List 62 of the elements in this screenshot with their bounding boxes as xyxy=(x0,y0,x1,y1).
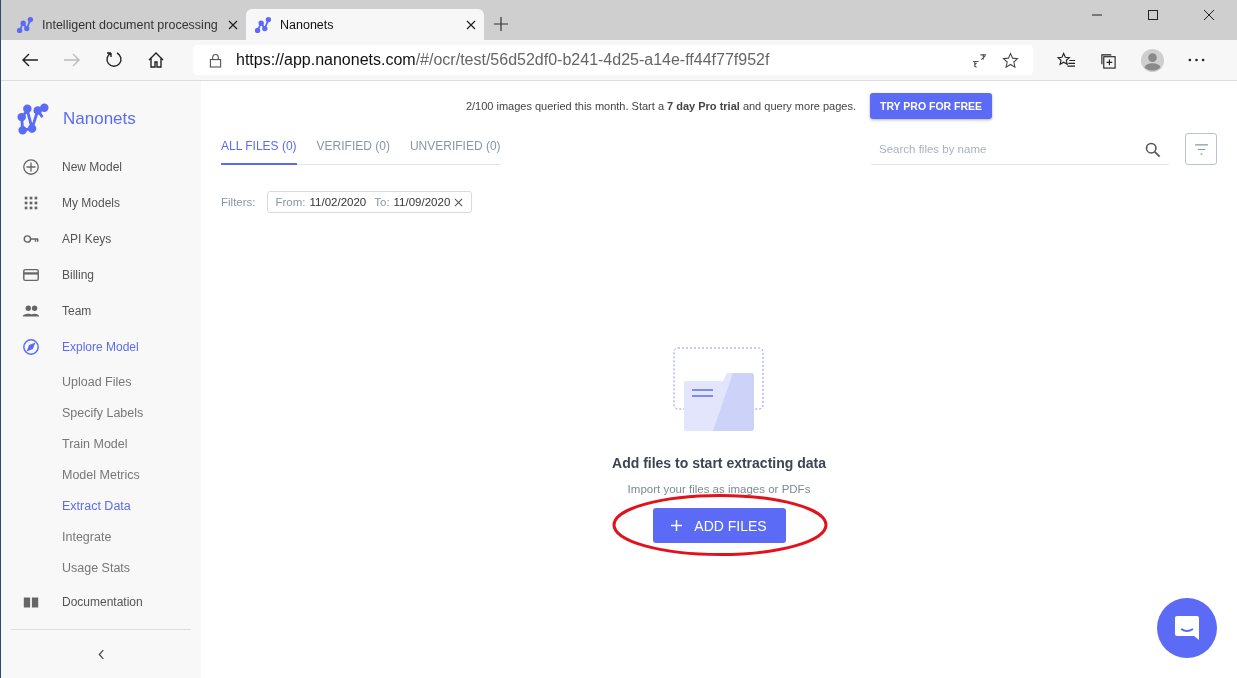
close-icon[interactable] xyxy=(454,197,464,207)
sidebar-item[interactable]: Billing xyxy=(1,257,201,293)
file-filter-tab[interactable]: UNVERIFIED (0) xyxy=(409,139,501,165)
search-icon[interactable] xyxy=(1145,142,1161,158)
star-icon[interactable] xyxy=(1002,51,1019,69)
to-date: 11/09/2020 xyxy=(393,196,451,208)
filters-label: Filters: xyxy=(221,196,256,208)
sidebar-subitem[interactable]: Model Metrics xyxy=(1,460,201,491)
sidebar-item[interactable]: New Model xyxy=(1,149,201,185)
logo-icon xyxy=(17,103,49,135)
sidebar-item[interactable]: My Models xyxy=(1,185,201,221)
sidebar-subitem[interactable]: Train Model xyxy=(1,429,201,460)
browser-tab[interactable]: Nanonets xyxy=(246,9,484,40)
browser-tab[interactable]: Intelligent document processing xyxy=(8,9,246,40)
card-icon xyxy=(22,266,40,284)
empty-state-title: Add files to start extracting data xyxy=(612,455,826,471)
sidebar-subitem[interactable]: Specify Labels xyxy=(1,398,201,429)
logo-icon xyxy=(254,15,272,34)
address-bar[interactable]: https://app.nanonets.com/#/ocr/test/56d52df0-b241-4d25-a14e-ff44f77f952f xyxy=(193,45,1033,75)
add-circle-icon xyxy=(22,158,40,176)
search-field[interactable]: Search files by name xyxy=(871,139,1169,165)
chat-launcher-button[interactable] xyxy=(1157,598,1217,658)
refresh-icon[interactable] xyxy=(105,51,123,69)
collections-icon[interactable] xyxy=(1100,51,1117,69)
close-icon[interactable] xyxy=(228,19,238,30)
chat-icon xyxy=(1174,615,1200,641)
sidebar-subitem[interactable]: Usage Stats xyxy=(1,553,201,584)
new-tab-icon[interactable] xyxy=(494,17,508,31)
close-icon[interactable] xyxy=(1203,9,1215,21)
usage-notice: 2/100 images queried this month. Start a 7 day Pro trial and query more pages. xyxy=(465,100,856,112)
sidebar-item[interactable]: Team xyxy=(1,293,201,329)
sidebar-item[interactable]: Explore Model xyxy=(1,329,201,365)
compass-icon xyxy=(22,338,40,356)
collapse-chevron-icon[interactable] xyxy=(97,648,105,660)
home-icon[interactable] xyxy=(147,51,165,69)
lock-icon xyxy=(209,52,222,68)
more-icon[interactable] xyxy=(1188,58,1205,62)
date-filter-chip[interactable]: From: 11/02/2020 To: 11/09/2020 xyxy=(266,191,473,213)
sidebar-subitem[interactable]: Integrate xyxy=(1,522,201,553)
brand-name: Nanonets xyxy=(63,109,136,129)
profile-avatar-icon[interactable] xyxy=(1141,48,1164,72)
file-filter-tab[interactable]: ALL FILES (0) xyxy=(221,139,297,165)
sidebar-subitem[interactable]: Extract Data xyxy=(1,491,201,522)
try-pro-button[interactable]: TRY PRO FOR FREE xyxy=(870,93,993,119)
add-files-button[interactable]: ADD FILES xyxy=(652,508,786,543)
filter-icon xyxy=(1193,143,1209,155)
from-label: From: xyxy=(275,196,306,208)
close-icon[interactable] xyxy=(466,19,476,30)
url-text: https://app.nanonets.com/#/ocr/test/56d52df0-b241-4d25-a14e-ff44f77f952f xyxy=(236,51,770,69)
plus-icon xyxy=(671,520,683,531)
back-icon[interactable] xyxy=(21,51,39,69)
to-label: To: xyxy=(374,196,390,208)
maximize-icon[interactable] xyxy=(1147,9,1159,21)
sidebar-item[interactable]: Documentation xyxy=(1,584,201,620)
sidebar-item[interactable]: API Keys xyxy=(1,221,201,257)
from-date: 11/02/2020 xyxy=(309,196,367,208)
grid-icon xyxy=(22,194,40,212)
sidebar-subitem[interactable]: Upload Files xyxy=(1,367,201,398)
logo-icon xyxy=(16,15,34,34)
empty-state-subtitle: Import your files as images or PDFs xyxy=(627,483,811,495)
favorites-icon[interactable] xyxy=(1057,51,1076,69)
file-filter-tab[interactable]: VERIFIED (0) xyxy=(316,139,390,165)
